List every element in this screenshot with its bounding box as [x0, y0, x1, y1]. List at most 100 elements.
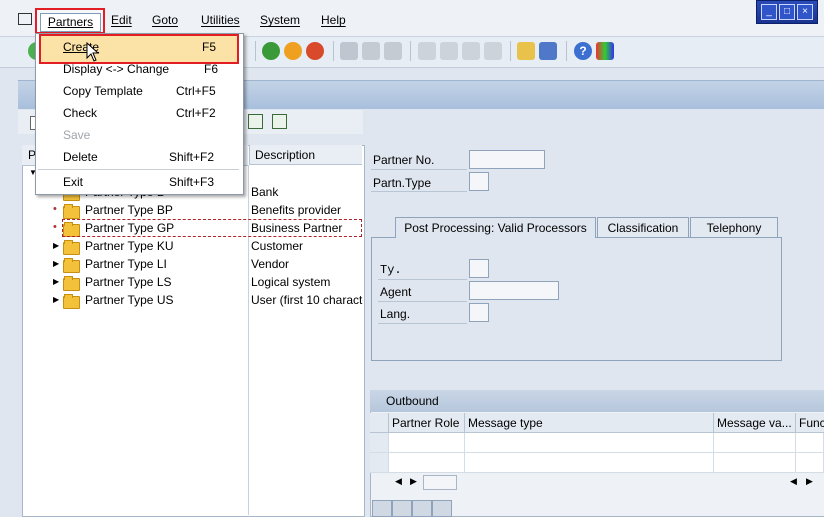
- cancel-icon[interactable]: [306, 42, 324, 60]
- row-selector-header[interactable]: [370, 413, 389, 433]
- menu-item-label: Copy Template: [63, 84, 143, 98]
- table-cell[interactable]: [389, 453, 465, 473]
- table-cell[interactable]: [465, 433, 714, 453]
- lang-label: Lang.: [380, 307, 411, 321]
- agent-input[interactable]: [469, 281, 559, 300]
- help-icon[interactable]: ?: [574, 42, 592, 60]
- type-input[interactable]: [469, 259, 489, 278]
- maximize-icon[interactable]: □: [779, 4, 795, 20]
- expand-arrow-icon[interactable]: ▶: [53, 277, 59, 286]
- menu-item-shortcut: F6: [204, 62, 219, 76]
- menu-item-create-shortcut: F5: [202, 40, 217, 54]
- column-function[interactable]: Func: [796, 413, 824, 433]
- table-cell[interactable]: [714, 453, 796, 473]
- field-underline: [378, 301, 467, 302]
- table-cell[interactable]: [465, 453, 714, 473]
- column-message-type[interactable]: Message type: [465, 413, 714, 433]
- menu-item-check[interactable]: Check Ctrl+F2: [36, 102, 241, 124]
- change-entry-icon[interactable]: [412, 500, 432, 517]
- close-icon[interactable]: ×: [797, 4, 813, 20]
- next-page-icon[interactable]: [462, 42, 480, 60]
- delete-entry-icon[interactable]: [432, 500, 452, 517]
- lang-input[interactable]: [469, 303, 489, 322]
- tree-row-description: Benefits provider: [251, 203, 342, 217]
- menu-item-copy-template[interactable]: Copy Template Ctrl+F5: [36, 80, 241, 102]
- tree-row[interactable]: ▶ Partner Type LI Vendor: [22, 255, 363, 273]
- tab-telephony[interactable]: Telephony: [690, 217, 778, 237]
- scroll-left-icon[interactable]: ◀: [395, 476, 402, 487]
- tab-panel: [371, 237, 782, 361]
- menu-utilities[interactable]: Utilities: [201, 13, 240, 27]
- field-underline: [378, 279, 467, 280]
- agent-label: Agent: [380, 285, 412, 299]
- menu-system[interactable]: System: [260, 13, 300, 27]
- customize-layout-icon[interactable]: [596, 42, 614, 60]
- menu-separator: [38, 169, 239, 170]
- menu-partners[interactable]: Partners: [40, 13, 101, 32]
- tab-post-processing[interactable]: Post Processing: Valid Processors: [395, 217, 596, 238]
- create-entry-icon[interactable]: [392, 500, 412, 517]
- tab-classification[interactable]: Classification: [597, 217, 689, 237]
- partner-type-input[interactable]: [469, 172, 489, 191]
- new-session-icon[interactable]: [517, 42, 535, 60]
- folder-icon: [63, 276, 80, 291]
- outbound-title: Outbound: [370, 390, 824, 412]
- menu-item-shortcut: Shift+F2: [169, 150, 215, 164]
- menu-item-shortcut: Ctrl+F5: [176, 84, 216, 98]
- partners-menu-highlight: Partners: [35, 8, 105, 34]
- tree-row[interactable]: ▶ Partner Type US User (first 10 charact…: [22, 291, 363, 309]
- menu-icon[interactable]: [18, 13, 32, 25]
- scroll-right-icon[interactable]: ▶: [410, 476, 417, 487]
- menu-help[interactable]: Help: [321, 13, 346, 27]
- folder-icon: [63, 204, 80, 219]
- scroll-left-icon[interactable]: ◀: [790, 476, 797, 487]
- find-next-icon[interactable]: [384, 42, 402, 60]
- mouse-cursor-icon: [86, 42, 100, 62]
- tree-row-label: Partner Type KU: [85, 239, 174, 253]
- tree-row[interactable]: ▶ Partner Type LS Logical system: [22, 273, 363, 291]
- tree-row-label: Partner Type BP: [85, 203, 173, 217]
- back-icon[interactable]: [262, 42, 280, 60]
- row-selector[interactable]: [370, 433, 389, 453]
- toolbar-separator: [510, 41, 511, 61]
- field-underline: [371, 191, 467, 192]
- column-message-variant[interactable]: Message va...: [714, 413, 796, 433]
- table-cell[interactable]: [714, 433, 796, 453]
- previous-page-icon[interactable]: [440, 42, 458, 60]
- tree-row[interactable]: ▶ Partner Type KU Customer: [22, 237, 363, 255]
- folder-icon: [63, 258, 80, 273]
- menu-item-exit[interactable]: Exit Shift+F3: [36, 171, 241, 193]
- tree-row[interactable]: • Partner Type BP Benefits provider: [22, 201, 363, 219]
- row-selector[interactable]: [370, 453, 389, 473]
- field-underline: [371, 169, 467, 170]
- leaf-dot-icon: •: [53, 203, 57, 215]
- menu-goto[interactable]: Goto: [152, 13, 178, 27]
- toolbar-separator: [566, 41, 567, 61]
- expand-arrow-icon[interactable]: ▶: [53, 259, 59, 268]
- print-icon[interactable]: [340, 42, 358, 60]
- column-partner-role[interactable]: Partner Role: [389, 413, 465, 433]
- collapse-all-icon[interactable]: [272, 114, 287, 129]
- table-cell[interactable]: [796, 433, 824, 453]
- exit-icon[interactable]: [284, 42, 302, 60]
- menu-edit[interactable]: Edit: [111, 13, 132, 27]
- last-page-icon[interactable]: [484, 42, 502, 60]
- partner-no-input[interactable]: [469, 150, 545, 169]
- table-cell[interactable]: [389, 433, 465, 453]
- tree-row-description: Vendor: [251, 257, 290, 271]
- expand-arrow-icon[interactable]: ▶: [53, 241, 59, 250]
- minimize-icon[interactable]: _: [761, 4, 777, 20]
- menu-item-label: Exit: [63, 175, 84, 189]
- menu-item-delete[interactable]: Delete Shift+F2: [36, 146, 241, 168]
- scroll-right-icon[interactable]: ▶: [806, 476, 813, 487]
- window-controls: _ □ ×: [756, 0, 818, 24]
- partner-no-label: Partner No.: [373, 153, 435, 167]
- expand-all-icon[interactable]: [248, 114, 263, 129]
- horizontal-scroll-thumb[interactable]: [423, 475, 457, 490]
- first-page-icon[interactable]: [418, 42, 436, 60]
- table-cell[interactable]: [796, 453, 824, 473]
- expand-arrow-icon[interactable]: ▶: [53, 295, 59, 304]
- find-icon[interactable]: [362, 42, 380, 60]
- shortcut-icon[interactable]: [539, 42, 557, 60]
- table-settings-icon[interactable]: [372, 500, 392, 517]
